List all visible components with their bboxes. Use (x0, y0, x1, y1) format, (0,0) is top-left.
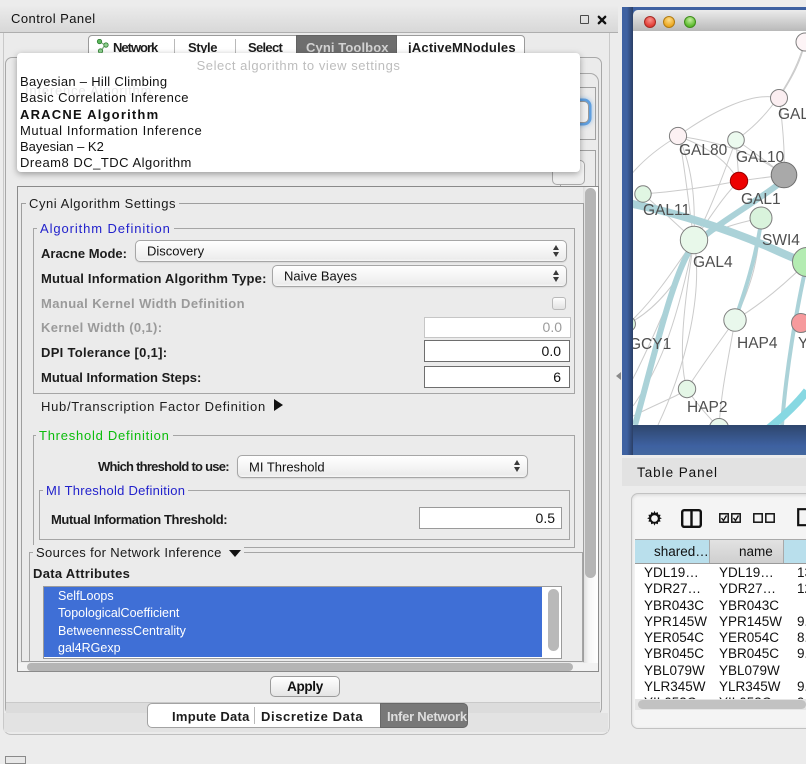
svg-text:GCY1: GCY1 (633, 336, 671, 353)
svg-text:GAL10: GAL10 (736, 149, 785, 166)
svg-text:GAL4: GAL4 (693, 254, 733, 271)
svg-text:SWI4: SWI4 (762, 232, 800, 249)
svg-text:GAL1: GAL1 (741, 191, 781, 208)
svg-text:Y: Y (798, 335, 806, 352)
svg-text:HAP4: HAP4 (737, 335, 778, 352)
svg-text:GAL80: GAL80 (679, 142, 728, 159)
svg-text:HAP2: HAP2 (687, 399, 728, 416)
svg-text:GAL2: GAL2 (778, 106, 806, 123)
svg-text:GAL11: GAL11 (643, 202, 690, 219)
